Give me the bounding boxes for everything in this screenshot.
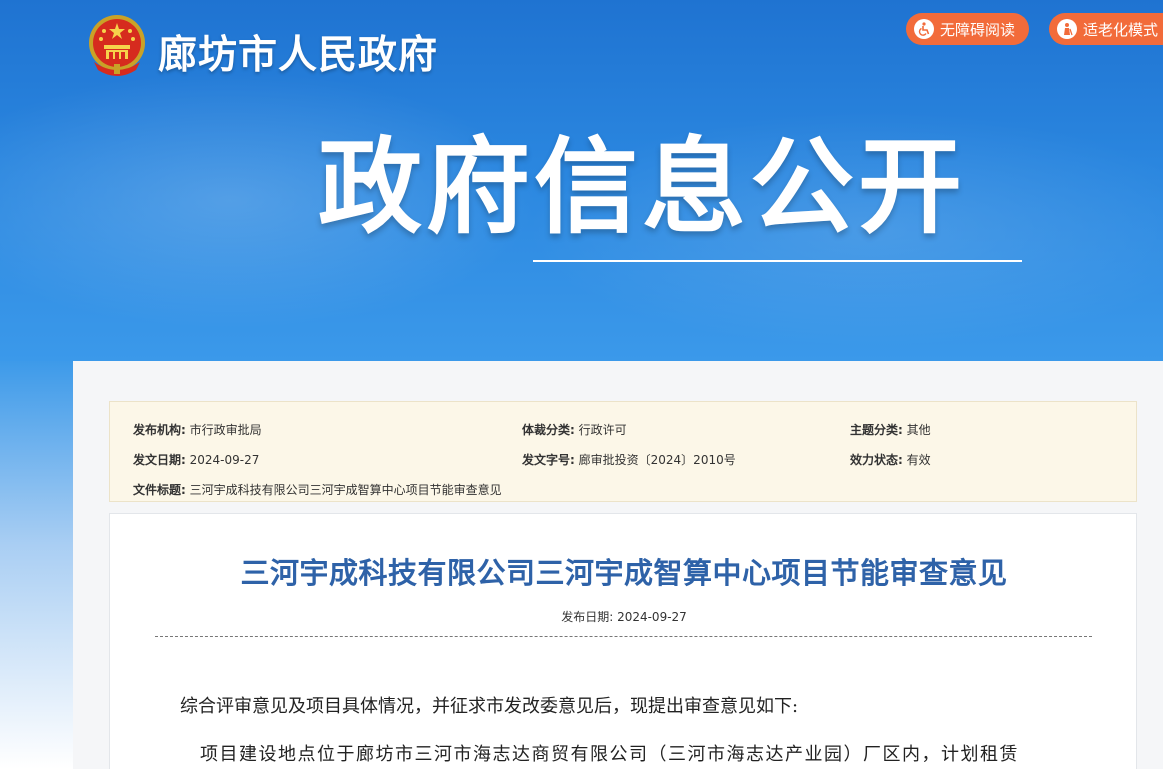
document-metadata: 发布机构: 市行政审批局 体裁分类: 行政许可 主题分类: 其他 发文日期: 2… bbox=[109, 401, 1137, 502]
meta-genre-label: 体裁分类: bbox=[522, 423, 575, 437]
meta-issue-date: 发文日期: 2024-09-27 bbox=[133, 451, 259, 468]
meta-doc-title-label: 文件标题: bbox=[133, 483, 186, 497]
elder-mode-label: 适老化模式 bbox=[1083, 20, 1159, 39]
article-date-value: 2024-09-27 bbox=[617, 610, 687, 624]
wheelchair-icon bbox=[914, 19, 934, 39]
accessible-reading-button[interactable]: 无障碍阅读 bbox=[906, 13, 1029, 45]
meta-genre-value: 行政许可 bbox=[578, 423, 627, 437]
meta-status-value: 有效 bbox=[906, 453, 931, 467]
meta-topic-label: 主题分类: bbox=[850, 423, 903, 437]
side-gradient bbox=[0, 361, 73, 769]
article-date: 发布日期: 2024-09-27 bbox=[110, 608, 1138, 625]
meta-topic: 主题分类: 其他 bbox=[850, 421, 931, 438]
meta-status-label: 效力状态: bbox=[850, 453, 903, 467]
national-emblem-icon[interactable] bbox=[84, 12, 150, 80]
article-paragraph: 综合评审意见及项目具体情况，并征求市发改委意见后，现提出审查意见如下: bbox=[180, 696, 799, 717]
section-heading: 政府信息公开 bbox=[318, 126, 967, 248]
meta-issue-date-value: 2024-09-27 bbox=[189, 453, 260, 467]
article-date-label: 发布日期: bbox=[561, 610, 614, 624]
article-panel: 三河宇成科技有限公司三河宇成智算中心项目节能审查意见 发布日期: 2024-09… bbox=[109, 513, 1137, 769]
title-divider bbox=[155, 636, 1092, 637]
article-title: 三河宇成科技有限公司三河宇成智算中心项目节能审查意见 bbox=[240, 556, 1008, 590]
meta-doc-title: 文件标题: 三河宇成科技有限公司三河宇成智算中心项目节能审查意见 bbox=[133, 481, 502, 498]
meta-publisher-value: 市行政审批局 bbox=[189, 423, 262, 437]
meta-doc-number: 发文字号: 廊审批投资〔2024〕2010号 bbox=[522, 451, 736, 468]
meta-status: 效力状态: 有效 bbox=[850, 451, 931, 468]
heading-underline bbox=[533, 260, 1022, 262]
meta-doc-title-value: 三河宇成科技有限公司三河宇成智算中心项目节能审查意见 bbox=[189, 483, 502, 497]
meta-publisher-label: 发布机构: bbox=[133, 423, 186, 437]
meta-issue-date-label: 发文日期: bbox=[133, 453, 186, 467]
site-title[interactable]: 廊坊市人民政府 bbox=[158, 24, 438, 80]
meta-genre: 体裁分类: 行政许可 bbox=[522, 421, 627, 438]
accessible-reading-label: 无障碍阅读 bbox=[940, 20, 1016, 39]
meta-topic-value: 其他 bbox=[906, 423, 931, 437]
meta-doc-number-value: 廊审批投资〔2024〕2010号 bbox=[578, 453, 736, 467]
elder-mode-button[interactable]: 适老化模式 bbox=[1049, 13, 1163, 45]
article-paragraph: 项目建设地点位于廊坊市三河市海志达商贸有限公司（三河市海志达产业园）厂区内，计划… bbox=[200, 744, 1019, 765]
meta-publisher: 发布机构: 市行政审批局 bbox=[133, 421, 262, 438]
meta-doc-number-label: 发文字号: bbox=[522, 453, 575, 467]
elder-icon bbox=[1057, 19, 1077, 39]
